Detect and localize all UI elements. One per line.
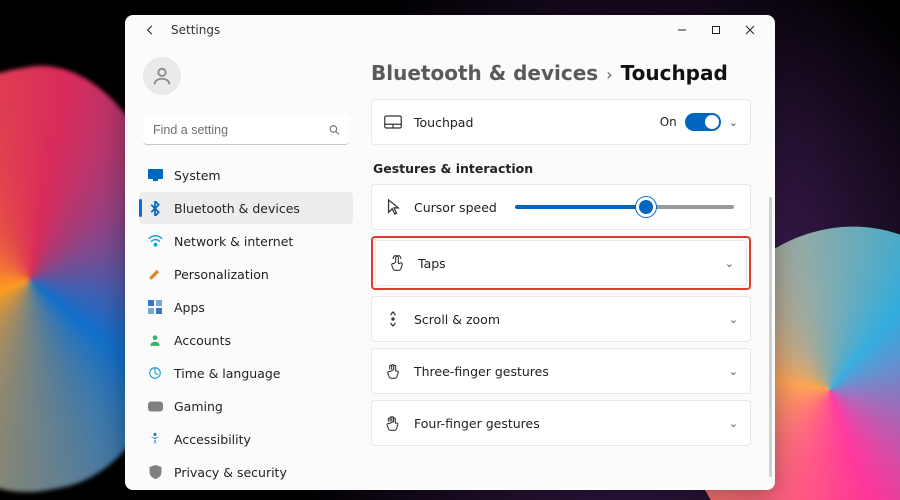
sidebar-item-label: Network & internet — [174, 234, 293, 249]
sidebar-item-label: Gaming — [174, 399, 223, 414]
taps-label: Taps — [418, 256, 713, 271]
maximize-icon — [711, 25, 721, 35]
chevron-down-icon: ⌄ — [729, 116, 738, 129]
scrollbar[interactable] — [769, 197, 772, 477]
cursor-speed-label: Cursor speed — [414, 200, 497, 215]
minimize-icon — [677, 25, 687, 35]
toggle-state-label: On — [660, 115, 677, 129]
touchpad-icon — [384, 113, 402, 131]
app-title: Settings — [171, 23, 665, 37]
person-icon — [151, 65, 173, 87]
breadcrumb-parent[interactable]: Bluetooth & devices — [371, 61, 598, 85]
sidebar-item-windows-update[interactable]: Windows Update — [139, 489, 353, 490]
highlight-box: Taps ⌄ — [371, 236, 751, 290]
four-finger-card[interactable]: Four-finger gestures ⌄ — [371, 400, 751, 446]
sidebar: System Bluetooth & devices Network & int… — [125, 45, 359, 490]
sidebar-item-label: Accessibility — [174, 432, 251, 447]
cursor-speed-card: Cursor speed — [371, 184, 751, 230]
sidebar-item-label: Personalization — [174, 267, 269, 282]
sidebar-item-label: Bluetooth & devices — [174, 201, 300, 216]
main-panel: Bluetooth & devices › Touchpad Touchpad … — [359, 45, 775, 490]
section-title: Gestures & interaction — [373, 161, 751, 176]
chevron-down-icon: ⌄ — [725, 257, 734, 270]
nav: System Bluetooth & devices Network & int… — [139, 159, 353, 490]
three-finger-card[interactable]: Three-finger gestures ⌄ — [371, 348, 751, 394]
touchpad-toggle-card[interactable]: Touchpad On ⌄ — [371, 99, 751, 145]
sidebar-item-privacy[interactable]: Privacy & security — [139, 456, 353, 488]
paintbrush-icon — [147, 266, 163, 282]
scroll-icon — [384, 310, 402, 328]
four-finger-label: Four-finger gestures — [414, 416, 717, 431]
sidebar-item-personalization[interactable]: Personalization — [139, 258, 353, 290]
wifi-icon — [147, 233, 163, 249]
tap-icon — [388, 254, 406, 272]
account-row[interactable] — [139, 51, 353, 105]
three-finger-icon — [384, 362, 402, 380]
apps-icon — [147, 299, 163, 315]
person-icon — [147, 332, 163, 348]
sidebar-item-accessibility[interactable]: Accessibility — [139, 423, 353, 455]
sidebar-item-label: Privacy & security — [174, 465, 287, 480]
sidebar-item-network[interactable]: Network & internet — [139, 225, 353, 257]
chevron-down-icon: ⌄ — [729, 365, 738, 378]
gaming-icon — [147, 398, 163, 414]
chevron-down-icon: ⌄ — [729, 417, 738, 430]
page-title: Touchpad — [621, 61, 728, 85]
sidebar-item-label: Accounts — [174, 333, 231, 348]
cursor-icon — [384, 198, 402, 216]
display-icon — [147, 167, 163, 183]
titlebar: Settings — [125, 15, 775, 45]
cursor-speed-slider[interactable] — [515, 205, 734, 209]
three-finger-label: Three-finger gestures — [414, 364, 717, 379]
avatar — [143, 57, 181, 95]
back-button[interactable] — [143, 23, 159, 37]
touchpad-toggle[interactable] — [685, 113, 721, 131]
window-minimize-button[interactable] — [665, 15, 699, 45]
globe-clock-icon — [147, 365, 163, 381]
search-input[interactable] — [143, 115, 349, 145]
touchpad-label: Touchpad — [414, 115, 648, 130]
window-maximize-button[interactable] — [699, 15, 733, 45]
close-icon — [745, 25, 755, 35]
breadcrumb: Bluetooth & devices › Touchpad — [371, 61, 751, 85]
sidebar-item-bluetooth[interactable]: Bluetooth & devices — [139, 192, 353, 224]
sidebar-item-label: Apps — [174, 300, 205, 315]
sidebar-item-accounts[interactable]: Accounts — [139, 324, 353, 356]
scroll-zoom-card[interactable]: Scroll & zoom ⌄ — [371, 296, 751, 342]
sidebar-item-system[interactable]: System — [139, 159, 353, 191]
chevron-right-icon: › — [606, 65, 612, 84]
settings-window: Settings — [125, 15, 775, 490]
taps-card[interactable]: Taps ⌄ — [375, 240, 747, 286]
accessibility-icon — [147, 431, 163, 447]
bluetooth-icon — [147, 200, 163, 216]
sidebar-item-label: System — [174, 168, 221, 183]
scroll-zoom-label: Scroll & zoom — [414, 312, 717, 327]
four-finger-icon — [384, 414, 402, 432]
search-icon — [328, 124, 341, 137]
sidebar-item-time-language[interactable]: Time & language — [139, 357, 353, 389]
sidebar-item-gaming[interactable]: Gaming — [139, 390, 353, 422]
sidebar-item-label: Time & language — [174, 366, 280, 381]
shield-icon — [147, 464, 163, 480]
sidebar-item-apps[interactable]: Apps — [139, 291, 353, 323]
chevron-down-icon: ⌄ — [729, 313, 738, 326]
window-close-button[interactable] — [733, 15, 767, 45]
